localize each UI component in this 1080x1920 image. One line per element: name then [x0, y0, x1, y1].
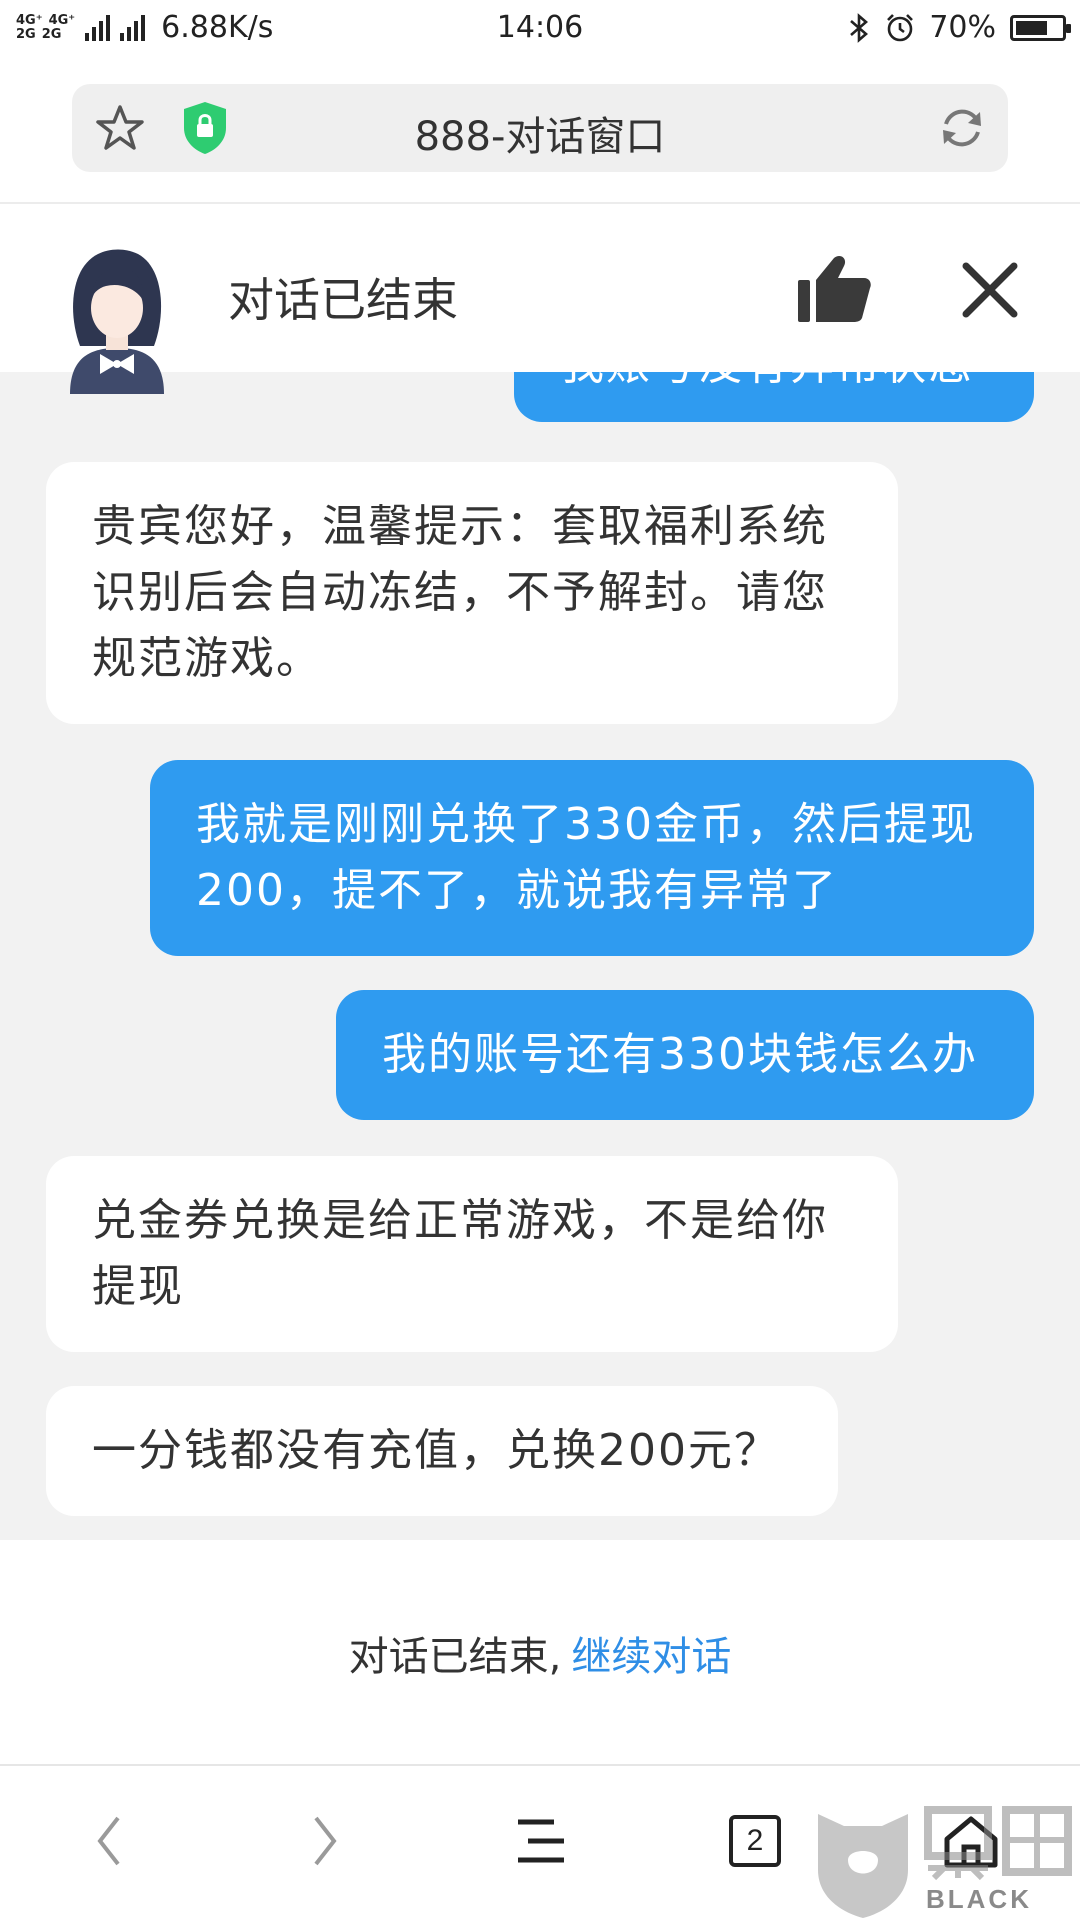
status-bar: 4G⁺ 4G⁺ 2G 2G 6.88K/s 14:06 70% [0, 0, 1080, 58]
menu-button[interactable] [506, 1806, 576, 1876]
back-button[interactable] [74, 1806, 144, 1876]
reload-icon[interactable] [936, 102, 988, 154]
thumbs-up-icon[interactable] [796, 254, 872, 324]
status-right: 70% [847, 10, 1071, 45]
cat-shield-logo [818, 1814, 908, 1918]
page-title: 888-对话窗口 [414, 114, 666, 160]
menu-icon [518, 1819, 564, 1863]
agent-message: 兑金券兑换是给正常游戏，不是给你提现 [46, 1156, 898, 1352]
black-cat-watermark: BLACK CAT [808, 1800, 1080, 1920]
user-message: 我的账号还有330块钱怎么办 [336, 990, 1034, 1120]
bluetooth-icon [850, 12, 869, 43]
battery-icon [1010, 14, 1071, 41]
forward-icon [314, 1816, 337, 1866]
user-message: 我就是刚刚兑换了330金币，然后提现200，提不了，就说我有异常了 [150, 760, 1034, 956]
battery-percentage: 70% [929, 10, 996, 45]
agent-message: 一分钱都没有充值，兑换200元？ [46, 1386, 838, 1516]
address-bar[interactable]: 888-对话窗口 [72, 84, 1008, 172]
user-message: 我账号没有异常状态 [514, 372, 1034, 422]
close-icon[interactable] [960, 260, 1020, 320]
watermark-glyph-mark [924, 1806, 1072, 1881]
conversation-ended-text: 对话已结束, [348, 1634, 562, 1680]
conversation-ended-bar: 对话已结束, 继续对话 [0, 1540, 1080, 1766]
tab-count: 2 [746, 1824, 764, 1857]
agent-avatar [70, 249, 164, 394]
chat-messages[interactable]: 我账号没有异常状态 贵宾您好，温馨提示：套取福利系统识别后会自动冻结，不予解封。… [0, 372, 1080, 1540]
alarm-icon [887, 13, 914, 41]
chat-header: 对话已结束 [0, 204, 1080, 394]
battery-fill [1016, 20, 1047, 35]
back-icon [97, 1816, 120, 1866]
battery-nub [1066, 23, 1071, 33]
phone-screen: 4G⁺ 4G⁺ 2G 2G 6.88K/s 14:06 70% 888-对话窗口… [0, 0, 1080, 1920]
forward-button[interactable] [290, 1806, 360, 1876]
tabs-icon: 2 [729, 1815, 781, 1867]
chat-status-title: 对话已结束 [228, 273, 458, 327]
watermark-brand: BLACK CAT [926, 1884, 1032, 1920]
continue-chat-link[interactable]: 继续对话 [571, 1624, 731, 1682]
tabs-button[interactable]: 2 [720, 1806, 790, 1876]
agent-message: 贵宾您好，温馨提示：套取福利系统识别后会自动冻结，不予解封。请您规范游戏。 [46, 462, 898, 724]
